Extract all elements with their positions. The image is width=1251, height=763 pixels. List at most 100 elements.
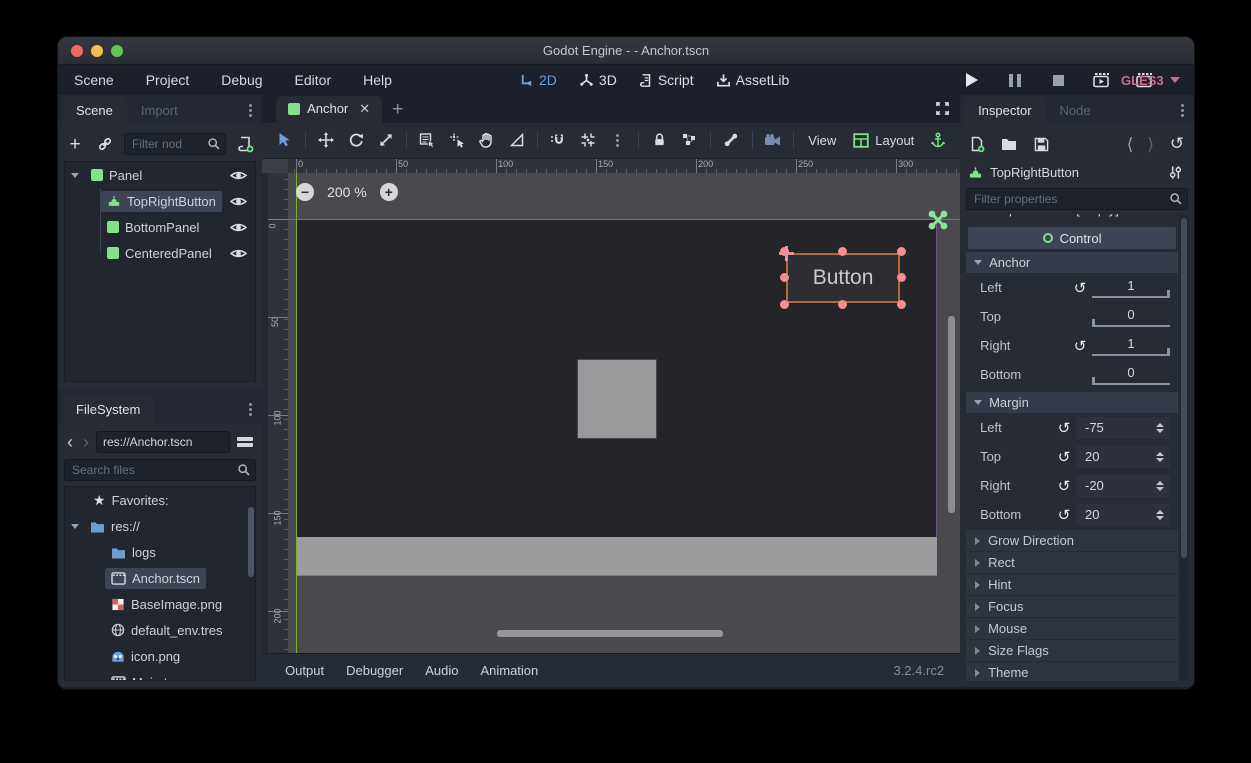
output-button[interactable]: Output (274, 658, 335, 683)
anchor-left-slider[interactable]: 1 (1092, 278, 1170, 298)
fs-split-mode-icon[interactable] (234, 431, 256, 453)
tab-scene[interactable]: Scene (62, 97, 127, 125)
revert-icon[interactable]: ↺ (1052, 477, 1076, 495)
selection-handle[interactable] (897, 247, 906, 256)
section-margin[interactable]: Margin (966, 392, 1178, 413)
canvas-vertical-scrollbar[interactable] (948, 316, 955, 513)
tab-import[interactable]: Import (127, 97, 192, 125)
margin-top-field[interactable]: 20 (1076, 446, 1170, 468)
spinner-icon[interactable] (1156, 510, 1164, 520)
minimize-window-button[interactable] (91, 45, 103, 57)
distraction-free-icon[interactable] (935, 101, 950, 116)
close-tab-icon[interactable]: ✕ (359, 101, 370, 117)
history-back-button[interactable]: ⟨ (1125, 136, 1136, 153)
revert-icon[interactable]: ↺ (1068, 337, 1092, 355)
section-focus[interactable]: Focus (966, 596, 1178, 617)
margin-right-field[interactable]: -20 (1076, 475, 1170, 497)
spinner-icon[interactable] (1156, 423, 1164, 433)
bottom-panel-node[interactable] (296, 537, 937, 576)
renderer-dropdown[interactable]: GLES3 (1121, 73, 1180, 88)
selection-handle[interactable] (897, 300, 906, 309)
mode-assetlib-button[interactable]: AssetLib (710, 69, 796, 91)
tree-row-bottompanel[interactable]: BottomPanel (65, 214, 255, 240)
revert-icon[interactable]: ↺ (1052, 506, 1076, 524)
search-files-input[interactable] (64, 459, 256, 481)
snap-options-menu-icon[interactable] (606, 128, 631, 152)
menu-editor[interactable]: Editor (283, 68, 344, 92)
stop-button[interactable] (1047, 69, 1069, 91)
smart-snap-icon[interactable] (546, 128, 571, 152)
anchor-mode-icon[interactable] (925, 128, 950, 152)
section-mouse[interactable]: Mouse (966, 618, 1178, 639)
file-row-baseimage-png[interactable]: BaseImage.png (65, 591, 255, 617)
file-row-main-tscn[interactable]: Main.tscn (65, 669, 255, 681)
2d-viewport[interactable]: 0 50 100 150 200 250 300 0 50 100 150 20… (262, 159, 960, 654)
fs-back-button[interactable]: ‹ (64, 433, 76, 451)
anchor-gizmo-icon[interactable] (925, 207, 951, 233)
inspector-scrollbar[interactable] (1180, 214, 1188, 681)
anchor-bottom-slider[interactable]: 0 (1092, 365, 1170, 385)
tab-node[interactable]: Node (1046, 97, 1105, 125)
zoom-in-button[interactable]: + (380, 183, 398, 201)
anchor-top-slider[interactable]: 0 (1092, 307, 1170, 327)
select-tool-icon[interactable] (272, 128, 297, 152)
close-window-button[interactable] (71, 45, 83, 57)
fs-path-field[interactable] (96, 431, 230, 453)
group-property-row[interactable]: Group [empty] (966, 214, 1178, 224)
canvas-area[interactable]: − 200 % + Button (288, 173, 960, 654)
tree-row-toprightbutton[interactable]: TopRightButton (65, 188, 255, 214)
instance-scene-button[interactable] (94, 133, 116, 155)
view-menu[interactable]: View (802, 133, 842, 148)
tab-inspector[interactable]: Inspector (964, 97, 1045, 125)
animation-button[interactable]: Animation (469, 658, 549, 683)
file-row-default-env[interactable]: default_env.tres (65, 617, 255, 643)
visibility-eye-icon[interactable] (230, 169, 247, 182)
section-grow-direction[interactable]: Grow Direction (966, 530, 1178, 551)
mode-3d-button[interactable]: 3D (573, 69, 623, 91)
mode-2d-button[interactable]: 2D (513, 69, 563, 91)
selection-handle[interactable] (780, 300, 789, 309)
pan-tool-icon[interactable] (475, 128, 500, 152)
menu-help[interactable]: Help (351, 68, 404, 92)
visibility-eye-icon[interactable] (230, 221, 247, 234)
tree-row-panel[interactable]: Panel (65, 162, 255, 188)
anchor-right-slider[interactable]: 1 (1092, 336, 1170, 356)
audio-button[interactable]: Audio (414, 658, 469, 683)
selection-handle[interactable] (838, 247, 847, 256)
canvas-horizontal-scrollbar[interactable] (497, 630, 723, 637)
ruler-tool-icon[interactable] (504, 128, 529, 152)
selected-button-control[interactable]: Button (786, 253, 900, 303)
tree-row-centeredpanel[interactable]: CenteredPanel (65, 240, 255, 266)
new-scene-tab-button[interactable]: + (392, 99, 403, 123)
filesystem-panel-menu-icon[interactable] (249, 408, 252, 411)
spinner-icon[interactable] (1156, 481, 1164, 491)
revert-icon[interactable]: ↺ (1052, 448, 1076, 466)
history-forward-button[interactable]: ⟩ (1145, 136, 1156, 153)
margin-left-field[interactable]: -75 (1076, 417, 1170, 439)
section-hint[interactable]: Hint (966, 574, 1178, 595)
file-row-icon-png[interactable]: icon.png (65, 643, 255, 669)
zoom-out-button[interactable]: − (296, 183, 314, 201)
section-anchor[interactable]: Anchor (966, 252, 1178, 273)
zoom-level[interactable]: 200 % (327, 184, 367, 200)
selection-handle[interactable] (897, 273, 906, 282)
scene-panel-menu-icon[interactable] (249, 109, 252, 112)
selection-handle[interactable] (838, 300, 847, 309)
margin-bottom-field[interactable]: 20 (1076, 504, 1170, 526)
save-icon[interactable] (1030, 133, 1052, 155)
filter-properties-input[interactable] (966, 188, 1188, 210)
rotate-tool-icon[interactable] (344, 128, 369, 152)
fs-forward-button[interactable]: › (80, 433, 92, 451)
grid-snap-icon[interactable] (576, 128, 601, 152)
filesystem-scrollbar[interactable] (248, 507, 254, 577)
load-resource-folder-icon[interactable] (998, 133, 1020, 155)
section-rect[interactable]: Rect (966, 552, 1178, 573)
chevron-down-icon[interactable] (71, 524, 79, 529)
centered-panel-node[interactable] (577, 359, 657, 439)
layout-menu[interactable]: Layout (847, 133, 920, 148)
visibility-eye-icon[interactable] (230, 247, 247, 260)
object-history-icon[interactable]: ↺ (1166, 133, 1188, 155)
scale-tool-icon[interactable] (373, 128, 398, 152)
menu-scene[interactable]: Scene (62, 68, 126, 92)
add-node-button[interactable]: + (64, 133, 86, 155)
